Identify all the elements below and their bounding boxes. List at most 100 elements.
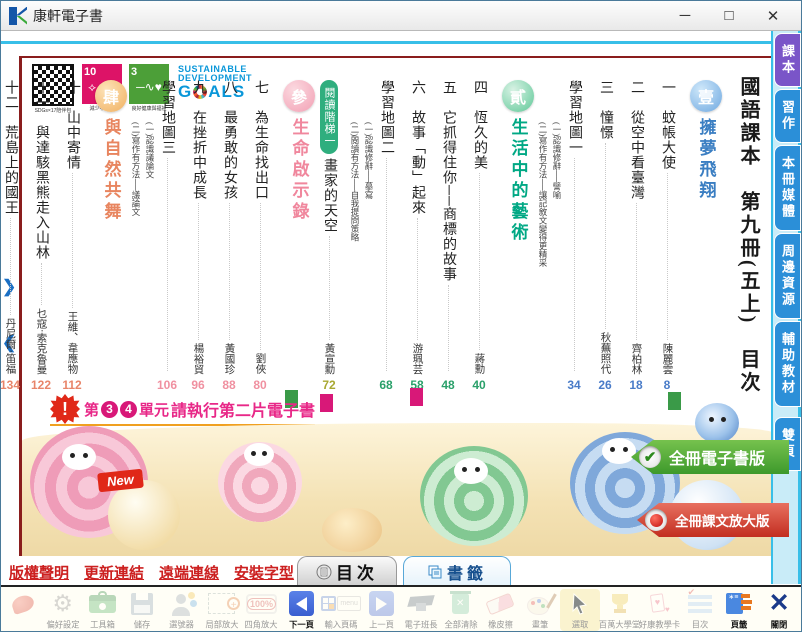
tool-zoom-local[interactable]: +局部放大 bbox=[202, 589, 242, 631]
toc-group-肆: 肆與自然共舞十 山中寄情王維、韋應物112 十一 與達駭黑熊走入山林乜寇·索克魯曼… bbox=[0, 80, 130, 392]
toolbox-icon bbox=[89, 590, 116, 617]
bottom-toolbar: ⚙偏好設定工具箱儲存選號器+局部放大100%四角放大下一頁menu輸入頁碼上一頁… bbox=[1, 585, 801, 631]
tab-bookmark[interactable]: 書籤 bbox=[403, 556, 511, 586]
lesson-page-number: 26 bbox=[598, 378, 611, 392]
dotted-leader bbox=[260, 203, 261, 350]
lesson-title: 畫家的天空 bbox=[319, 158, 339, 233]
tool-toc[interactable]: ✔ 目次 bbox=[680, 589, 720, 631]
tool-label: 頁籤 bbox=[731, 619, 748, 631]
minimize-button[interactable]: ─ bbox=[663, 3, 707, 29]
toc-group-header: 肆與自然共舞 bbox=[92, 80, 130, 392]
app-title: 康軒電子書 bbox=[33, 6, 103, 26]
toc-entry[interactable]: 十二 荒島上的國王丹尼爾·笛福134 bbox=[0, 80, 21, 392]
tool-grad[interactable]: 電子班長 bbox=[401, 589, 441, 631]
tool-trophy[interactable]: 百萬大學堂 bbox=[600, 589, 640, 631]
lesson-page-number: 106 bbox=[157, 378, 177, 392]
tool-eraser[interactable]: 橡皮擦 bbox=[480, 589, 520, 631]
sidebar-tab-本冊媒體[interactable]: 本冊媒體 bbox=[774, 145, 801, 231]
unit-title: 與自然共舞 bbox=[99, 118, 124, 223]
lesson-page-number: 122 bbox=[31, 378, 51, 392]
toc-group-貳: 貳生活中的藝術四 恆久的美蔣勳40五 它抓得住你──商標的故事48六 故事「動」… bbox=[318, 80, 537, 392]
lesson-author: 乜寇·索克魯曼 bbox=[34, 308, 49, 375]
maximize-button[interactable]: □ bbox=[707, 3, 751, 29]
tool-tabs[interactable]: ∗≡頁籤 bbox=[719, 589, 759, 631]
sidebar-tab-課本[interactable]: 課本 bbox=[774, 33, 801, 87]
book-page: SDGs×17陪伴包 10 ⟡⇔⟡ 減少不平等 3 ─∿♥ 良好健康與福祉 SU… bbox=[19, 56, 773, 556]
lesson-author: 劉俠 bbox=[253, 353, 268, 374]
tool-clear[interactable]: ✕全部清除 bbox=[441, 589, 481, 631]
tool-next[interactable]: 下一頁 bbox=[281, 589, 321, 631]
title-bar: 康軒電子書 ─ □ ✕ bbox=[1, 1, 801, 31]
tool-label: 選取 bbox=[572, 619, 589, 631]
lesson-page-number: 112 bbox=[62, 378, 81, 392]
page-input-icon: menu bbox=[321, 590, 361, 617]
toc-entry[interactable]: 四 恆久的美蔣勳40 bbox=[468, 80, 490, 392]
close-button[interactable]: ✕ bbox=[751, 3, 795, 29]
footer-links: 版權聲明更新連結遠端連線安裝字型 bbox=[9, 562, 294, 583]
lesson-page-number: 88 bbox=[222, 378, 235, 392]
sidebar-tab-輔助教材[interactable]: 輔助教材 bbox=[774, 321, 801, 407]
tool-gear[interactable]: ⚙偏好設定 bbox=[43, 589, 83, 631]
toc-entry[interactable]: 八 最勇敢的女孩黃國珍 88 bbox=[218, 80, 240, 392]
lesson-author: 游珮芸 bbox=[410, 343, 425, 375]
full-largetext-button[interactable]: 全冊課文放大版 bbox=[637, 503, 789, 537]
toc-entry[interactable]: 七 為生命找出口劉俠80 bbox=[249, 80, 271, 392]
lesson-page-number: 96 bbox=[191, 378, 204, 392]
footer-link-遠端連線[interactable]: 遠端連線 bbox=[159, 562, 219, 583]
tool-save[interactable]: 儲存 bbox=[122, 589, 162, 631]
lesson-page-number: 40 bbox=[472, 378, 485, 392]
lesson-subnotes: (一)認識修辭──譬喻(二)寫作有方法──讓記敘文變得更精采 bbox=[537, 122, 563, 392]
lesson-author: 黃國珍 bbox=[222, 343, 237, 375]
toc-entry[interactable]: 十一 與達駭黑熊走入山林乜寇·索克魯曼 122 bbox=[30, 80, 52, 392]
lesson-title: 六 故事「動」起來 bbox=[407, 80, 427, 215]
footer-link-版權聲明[interactable]: 版權聲明 bbox=[9, 562, 69, 583]
tool-select[interactable]: 選取 bbox=[560, 589, 600, 631]
footer-link-更新連結[interactable]: 更新連結 bbox=[84, 562, 144, 583]
tool-zoom-corner[interactable]: 100%四角放大 bbox=[242, 589, 282, 631]
lesson-page-number: 80 bbox=[253, 378, 266, 392]
toc-entry[interactable]: 三 憧憬秋蕪照代26 bbox=[594, 80, 616, 392]
toc-entry[interactable]: 五 它抓得住你──商標的故事48 bbox=[437, 80, 459, 392]
footer-row: 版權聲明更新連結遠端連線安裝字型 目次 書籤 bbox=[1, 556, 801, 587]
toc-tab-icon bbox=[316, 564, 332, 580]
tool-label: 橡皮擦 bbox=[488, 619, 513, 631]
tool-brush[interactable]: 畫筆 bbox=[520, 589, 560, 631]
dotted-leader bbox=[229, 203, 230, 340]
toc-icon: ✔ bbox=[688, 590, 712, 617]
sidebar-tabs: 課本習作本冊媒體周邊資源輔助教材雙頁 bbox=[771, 31, 801, 584]
toc-entry[interactable]: 九 在挫折中成長楊裕貿96 bbox=[187, 80, 209, 392]
dotted-leader bbox=[448, 285, 449, 371]
lesson-title: 學習地圖一 bbox=[564, 80, 584, 155]
zoom-local-icon: + bbox=[208, 590, 235, 617]
tool-toolbox[interactable]: 工具箱 bbox=[83, 589, 123, 631]
tab-toc[interactable]: 目次 bbox=[297, 556, 397, 586]
tool-cards[interactable]: ♥♥好康教學卡 bbox=[640, 589, 680, 631]
sidebar-tab-習作[interactable]: 習作 bbox=[774, 89, 801, 143]
tool-close[interactable]: ✕關閉 bbox=[759, 589, 799, 631]
lesson-title: 十二 荒島上的國王 bbox=[0, 80, 20, 215]
tool-picker[interactable]: 選號器 bbox=[162, 589, 202, 631]
toc-entry[interactable]: 二 從空中看臺灣齊柏林18 bbox=[625, 80, 647, 392]
lesson-title: 八 最勇敢的女孩 bbox=[219, 80, 239, 200]
tool-page-input[interactable]: menu輸入頁碼 bbox=[321, 589, 361, 631]
toc-entry[interactable]: 一 蚊帳大使陳麗雲8 bbox=[656, 80, 678, 392]
tool-label: 目次 bbox=[691, 619, 708, 631]
toc-entry[interactable]: 學習地圖一34(一)認識修辭──譬喻(二)寫作有方法──讓記敘文變得更精采 bbox=[537, 80, 585, 392]
lesson-title: 十一 與達駭黑熊走入山林 bbox=[31, 80, 51, 260]
toc-entry[interactable]: 閱讀階梯一畫家的天空黃宣勳72 bbox=[318, 80, 340, 392]
lesson-title: 四 恆久的美 bbox=[469, 80, 489, 170]
toc-entry[interactable]: 學習地圖二68(一)認識修辭──摹寫(二)閱讀有方法──自我提問策略 bbox=[349, 80, 397, 392]
tool-marker[interactable] bbox=[3, 589, 43, 618]
toc-entry[interactable]: 學習地圖三106(一)認識議論文(二)寫作有方法──議論文 bbox=[130, 80, 178, 392]
grad-icon bbox=[407, 590, 435, 617]
toc-entry[interactable]: 十 山中寄情王維、韋應物112 bbox=[61, 80, 83, 392]
sidebar-tab-周邊資源[interactable]: 周邊資源 bbox=[774, 233, 801, 319]
tool-label: 畫筆 bbox=[532, 619, 549, 631]
footer-link-安裝字型[interactable]: 安裝字型 bbox=[234, 562, 294, 583]
zoom-corner-icon: 100% bbox=[246, 590, 277, 617]
tool-label: 全部清除 bbox=[444, 619, 477, 631]
full-ebook-button[interactable]: ✔ 全冊電子書版 bbox=[631, 440, 789, 474]
lesson-title: 二 從空中看臺灣 bbox=[626, 80, 646, 200]
toc-entry[interactable]: 六 故事「動」起來游珮芸58 bbox=[406, 80, 428, 392]
tool-prev[interactable]: 上一頁 bbox=[361, 589, 401, 631]
